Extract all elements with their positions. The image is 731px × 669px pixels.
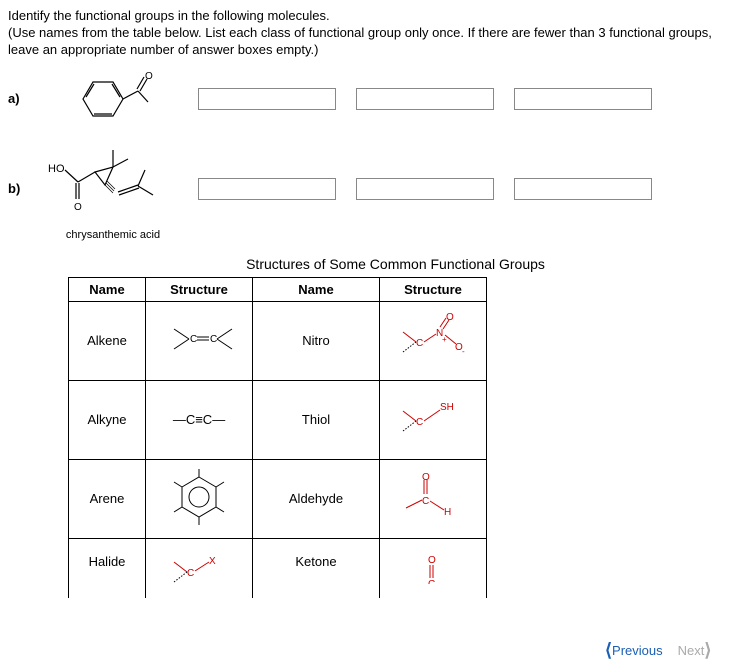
chevron-left-icon: ⟨ [605,640,612,661]
cell-arene: Arene [69,459,146,538]
svg-text:C: C [416,338,423,349]
next-label: Next [678,643,705,658]
question-a-label: a) [8,91,28,106]
svg-text:-: - [462,347,465,356]
nav-buttons: ⟨ Previous Next ⟩ [605,640,711,661]
struct-nitro: CN+OO- [380,301,487,380]
struct-thiol: C SH [380,380,487,459]
svg-text:HO: HO [48,163,65,175]
svg-text:C: C [428,579,435,584]
instructions-text: Identify the functional groups in the fo… [8,8,723,59]
cell-ketone: Ketone [253,538,380,598]
cell-aldehyde: Aldehyde [253,459,380,538]
next-button[interactable]: Next ⟩ [678,640,712,661]
th-name2: Name [253,277,380,301]
question-b-label: b) [8,181,28,196]
th-name1: Name [69,277,146,301]
struct-arene [146,459,253,538]
th-struct1: Structure [146,277,253,301]
previous-label: Previous [612,643,663,658]
struct-ketone: OC [380,538,487,598]
chevron-right-icon: ⟩ [704,640,711,661]
struct-aldehyde: C O H [380,459,487,538]
svg-text:O: O [422,472,430,483]
cell-nitro: Nitro [253,301,380,380]
svg-text:C: C [416,417,423,428]
svg-text:O: O [428,555,436,566]
svg-text:C: C [422,496,429,507]
svg-text:O: O [145,71,153,82]
answer-b-2[interactable] [356,178,494,200]
struct-halide: CX [146,538,253,598]
th-struct2: Structure [380,277,487,301]
answer-a-1[interactable] [198,88,336,110]
svg-text:O: O [74,202,82,213]
table-title: Structures of Some Common Functional Gro… [8,256,723,272]
struct-alkyne: —C≡C— [146,380,253,459]
functional-groups-table: Name Structure Name Structure Alkene CC … [68,277,487,598]
molecule-a: O [38,69,188,129]
molecule-b: HO O chrysanthemic acid [38,137,188,241]
svg-text:H: H [444,507,451,518]
cell-alkyne: Alkyne [69,380,146,459]
question-a-row: a) O [8,69,723,129]
cell-halide: Halide [69,538,146,598]
cell-alkene: Alkene [69,301,146,380]
answer-a-3[interactable] [514,88,652,110]
svg-text:C: C [187,568,194,579]
svg-text:O: O [446,312,454,323]
svg-text:X: X [209,556,216,567]
previous-button[interactable]: ⟨ Previous [605,640,663,661]
molecule-b-caption: chrysanthemic acid [66,229,160,241]
cell-thiol: Thiol [253,380,380,459]
answer-b-1[interactable] [198,178,336,200]
question-b-row: b) HO O chrysanthemic acid [8,137,723,241]
answer-b-3[interactable] [514,178,652,200]
svg-text:C: C [190,334,197,345]
molecule-b-svg: HO O [43,137,183,227]
svg-text:SH: SH [440,402,454,413]
struct-alkene: CC [146,301,253,380]
svg-text:C: C [210,334,217,345]
answer-a-2[interactable] [356,88,494,110]
molecule-a-svg: O [68,69,158,129]
